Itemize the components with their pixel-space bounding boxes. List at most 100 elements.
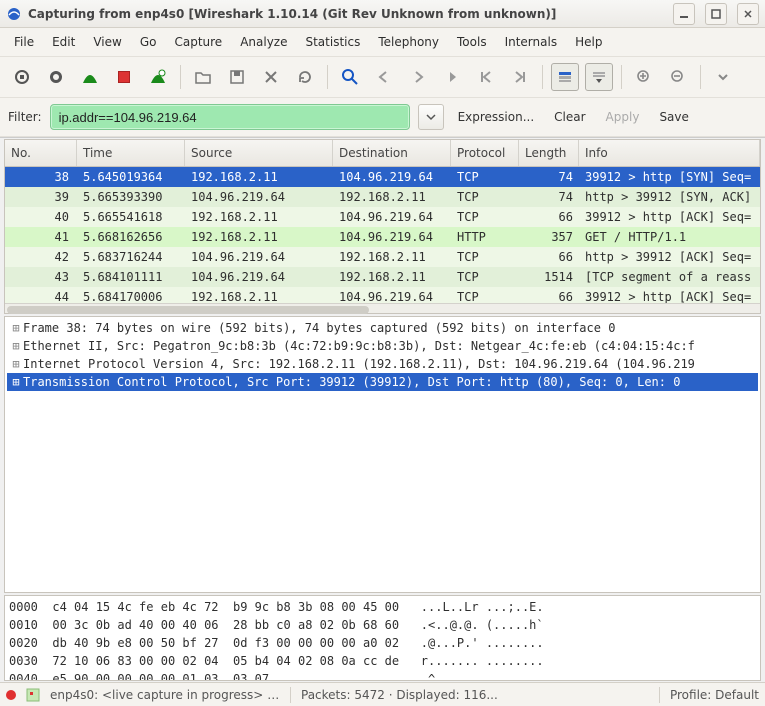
- menu-telephony[interactable]: Telephony: [370, 32, 447, 52]
- toolbar-separator: [542, 65, 543, 89]
- packet-list-hscrollbar[interactable]: [5, 303, 760, 313]
- packet-cell: 38: [5, 167, 77, 187]
- hex-line[interactable]: 0030 72 10 06 83 00 00 02 04 05 b4 04 02…: [9, 652, 756, 670]
- filter-apply-button[interactable]: Apply: [600, 107, 646, 127]
- column-header-time[interactable]: Time: [77, 140, 185, 166]
- packet-cell: TCP: [451, 207, 519, 227]
- menu-capture[interactable]: Capture: [166, 32, 230, 52]
- interfaces-icon[interactable]: [8, 63, 36, 91]
- hex-line[interactable]: 0000 c4 04 15 4c fe eb 4c 72 b9 9c b8 3b…: [9, 598, 756, 616]
- packet-cell: 357: [519, 227, 579, 247]
- display-filter-field-wrap: [50, 104, 410, 130]
- colorize-icon[interactable]: [551, 63, 579, 91]
- packet-row[interactable]: 435.684101111104.96.219.64192.168.2.11TC…: [5, 267, 760, 287]
- packet-details-pane: ⊞Frame 38: 74 bytes on wire (592 bits), …: [4, 316, 761, 593]
- packet-cell: 42: [5, 247, 77, 267]
- expert-info-icon[interactable]: [26, 688, 40, 702]
- packet-cell: 192.168.2.11: [333, 267, 451, 287]
- detail-tcp[interactable]: ⊞Transmission Control Protocol, Src Port…: [7, 373, 758, 391]
- toolbar-separator: [180, 65, 181, 89]
- menubar: File Edit View Go Capture Analyze Statis…: [0, 28, 765, 57]
- open-file-icon[interactable]: [189, 63, 217, 91]
- menu-statistics[interactable]: Statistics: [297, 32, 368, 52]
- menu-help[interactable]: Help: [567, 32, 610, 52]
- packet-bytes-body[interactable]: 0000 c4 04 15 4c fe eb 4c 72 b9 9c b8 3b…: [5, 596, 760, 680]
- main-toolbar: [0, 57, 765, 98]
- go-last-icon[interactable]: [506, 63, 534, 91]
- column-header-info[interactable]: Info: [579, 140, 760, 166]
- detail-frame[interactable]: ⊞Frame 38: 74 bytes on wire (592 bits), …: [7, 319, 758, 337]
- auto-scroll-icon[interactable]: [585, 63, 613, 91]
- column-header-length[interactable]: Length: [519, 140, 579, 166]
- packet-row[interactable]: 395.665393390104.96.219.64192.168.2.11TC…: [5, 187, 760, 207]
- close-file-icon[interactable]: [257, 63, 285, 91]
- column-header-no[interactable]: No.: [5, 140, 77, 166]
- expand-icon[interactable]: ⊞: [9, 355, 23, 373]
- packet-cell: 66: [519, 247, 579, 267]
- packet-row[interactable]: 405.665541618192.168.2.11104.96.219.64TC…: [5, 207, 760, 227]
- go-back-icon[interactable]: [370, 63, 398, 91]
- filter-clear-button[interactable]: Clear: [548, 107, 591, 127]
- menu-edit[interactable]: Edit: [44, 32, 83, 52]
- column-header-protocol[interactable]: Protocol: [451, 140, 519, 166]
- column-header-destination[interactable]: Destination: [333, 140, 451, 166]
- column-header-source[interactable]: Source: [185, 140, 333, 166]
- packet-cell: 192.168.2.11: [333, 187, 451, 207]
- status-interface: enp4s0: <live capture in progress> F...: [50, 688, 280, 702]
- capture-options-icon[interactable]: [42, 63, 70, 91]
- packet-cell: 74: [519, 187, 579, 207]
- go-first-icon[interactable]: [472, 63, 500, 91]
- packet-cell: [TCP segment of a reass: [579, 267, 760, 287]
- display-filter-input[interactable]: [51, 110, 409, 125]
- menu-go[interactable]: Go: [132, 32, 165, 52]
- hex-line[interactable]: 0020 db 40 9b e8 00 50 bf 27 0d f3 00 00…: [9, 634, 756, 652]
- packet-cell: 44: [5, 287, 77, 303]
- expand-icon[interactable]: ⊞: [9, 373, 23, 391]
- packet-cell: http > 39912 [SYN, ACK]: [579, 187, 760, 207]
- find-packet-icon[interactable]: [336, 63, 364, 91]
- packet-details-body[interactable]: ⊞Frame 38: 74 bytes on wire (592 bits), …: [5, 317, 760, 393]
- stop-capture-icon[interactable]: [110, 63, 138, 91]
- menu-file[interactable]: File: [6, 32, 42, 52]
- menu-analyze[interactable]: Analyze: [232, 32, 295, 52]
- filter-history-dropdown[interactable]: [418, 104, 444, 130]
- go-forward-icon[interactable]: [404, 63, 432, 91]
- expand-icon[interactable]: ⊞: [9, 337, 23, 355]
- save-file-icon[interactable]: [223, 63, 251, 91]
- packet-cell: TCP: [451, 247, 519, 267]
- packet-cell: 104.96.219.64: [185, 187, 333, 207]
- filter-expression-button[interactable]: Expression...: [452, 107, 541, 127]
- packet-cell: 41: [5, 227, 77, 247]
- zoom-in-icon[interactable]: [630, 63, 658, 91]
- menu-view[interactable]: View: [85, 32, 129, 52]
- packet-row[interactable]: 425.683716244104.96.219.64192.168.2.11TC…: [5, 247, 760, 267]
- window-minimize-button[interactable]: [673, 3, 695, 25]
- packet-cell: 5.665541618: [77, 207, 185, 227]
- packet-row[interactable]: 445.684170006192.168.2.11104.96.219.64TC…: [5, 287, 760, 303]
- detail-ethernet[interactable]: ⊞Ethernet II, Src: Pegatron_9c:b8:3b (4c…: [7, 337, 758, 355]
- hex-line[interactable]: 0040 e5 90 00 00 00 00 01 03 03 07 .^...…: [9, 670, 756, 680]
- window-close-button[interactable]: [737, 3, 759, 25]
- packet-cell: TCP: [451, 187, 519, 207]
- menu-internals[interactable]: Internals: [497, 32, 566, 52]
- packet-cell: 104.96.219.64: [185, 267, 333, 287]
- detail-ip[interactable]: ⊞Internet Protocol Version 4, Src: 192.1…: [7, 355, 758, 373]
- window-maximize-button[interactable]: [705, 3, 727, 25]
- packet-cell: 5.668162656: [77, 227, 185, 247]
- status-profile[interactable]: Profile: Default: [670, 688, 759, 702]
- filter-save-button[interactable]: Save: [653, 107, 694, 127]
- overflow-icon[interactable]: [709, 63, 737, 91]
- start-capture-icon[interactable]: [76, 63, 104, 91]
- packet-row[interactable]: 385.645019364192.168.2.11104.96.219.64TC…: [5, 167, 760, 187]
- packet-row[interactable]: 415.668162656192.168.2.11104.96.219.64HT…: [5, 227, 760, 247]
- go-to-packet-icon[interactable]: [438, 63, 466, 91]
- packet-cell: TCP: [451, 167, 519, 187]
- hex-line[interactable]: 0010 00 3c 0b ad 40 00 40 06 28 bb c0 a8…: [9, 616, 756, 634]
- expand-icon[interactable]: ⊞: [9, 319, 23, 337]
- packet-list-body[interactable]: 385.645019364192.168.2.11104.96.219.64TC…: [5, 167, 760, 303]
- packet-cell: 104.96.219.64: [333, 287, 451, 303]
- reload-icon[interactable]: [291, 63, 319, 91]
- restart-capture-icon[interactable]: [144, 63, 172, 91]
- zoom-out-icon[interactable]: [664, 63, 692, 91]
- menu-tools[interactable]: Tools: [449, 32, 495, 52]
